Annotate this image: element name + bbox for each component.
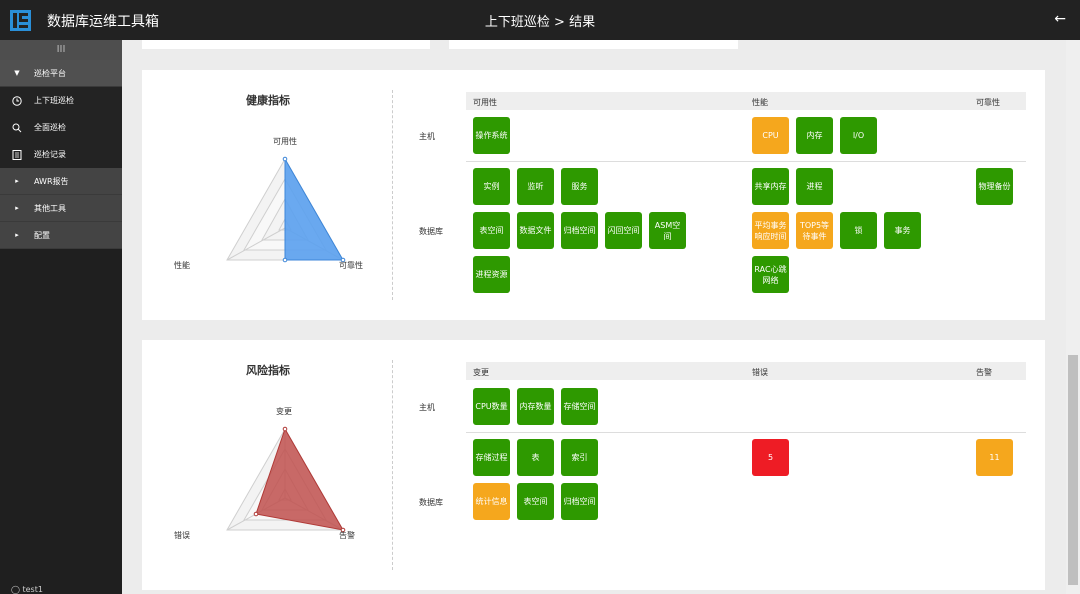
column-header: 可靠性: [976, 98, 1000, 107]
status-tile[interactable]: 数据文件: [517, 212, 554, 249]
previous-card: [142, 40, 430, 49]
previous-card: [449, 40, 738, 49]
caret-right-icon: ▸: [15, 204, 19, 212]
status-tile[interactable]: CPU: [752, 117, 789, 154]
status-tile[interactable]: 进程: [796, 168, 833, 205]
caret-down-icon: ▼: [14, 69, 20, 77]
risk-indicator-card: 风险指标 变更 错误 告警 变更 错误 告警 主机 数据库 CPU数量 内存数量…: [142, 340, 1045, 590]
status-tile[interactable]: 进程资源: [473, 256, 510, 293]
list-icon: [11, 149, 23, 161]
status-tile[interactable]: 实例: [473, 168, 510, 205]
divider: [392, 90, 393, 300]
status-tile[interactable]: 存储空间: [561, 388, 598, 425]
status-tile[interactable]: 表空间: [473, 212, 510, 249]
radar-axis-label-left: 错误: [174, 531, 190, 540]
sidebar-item-inspection-records[interactable]: 巡检记录: [0, 141, 122, 168]
health-radar-chart: [226, 156, 346, 263]
sidebar-item-config[interactable]: ▸ 配置: [0, 222, 122, 249]
sidebar-item-label: 其他工具: [34, 203, 66, 213]
health-indicator-card: 健康指标 可用性 性能 可靠性 可用性 性能 可靠性 主机 数据库 操作系统 C…: [142, 70, 1045, 320]
health-radar-title: 健康指标: [246, 94, 290, 107]
column-header: 错误: [752, 368, 768, 377]
status-tile[interactable]: 存储过程: [473, 439, 510, 476]
status-tile[interactable]: 统计信息: [473, 483, 510, 520]
column-header: 性能: [752, 98, 768, 107]
status-tile[interactable]: 服务: [561, 168, 598, 205]
status-tile[interactable]: ASM空间: [649, 212, 686, 249]
radar-axis-label-right: 告警: [339, 531, 355, 540]
risk-radar-area: [255, 427, 344, 531]
sidebar-item-awr-report[interactable]: ▸ AWR报告: [0, 168, 122, 195]
risk-radar-title: 风险指标: [246, 364, 290, 377]
sidebar-item-label: 巡检记录: [34, 150, 66, 159]
row-separator: [466, 161, 1026, 162]
main-content: 健康指标 可用性 性能 可靠性 可用性 性能 可靠性 主机 数据库 操作系统 C…: [122, 40, 1080, 594]
status-tile[interactable]: 平均事务响应时间: [752, 212, 789, 249]
column-header: 变更: [473, 368, 489, 377]
username: test1: [22, 585, 43, 594]
row-label-host: 主机: [419, 132, 435, 141]
row-label-db: 数据库: [419, 227, 443, 236]
sidebar-collapse-handle[interactable]: III: [0, 40, 122, 60]
status-tile[interactable]: 归档空间: [561, 483, 598, 520]
radar-axis-label-top: 变更: [276, 407, 292, 416]
row-label-db: 数据库: [419, 498, 443, 507]
radar-axis-label-left: 性能: [174, 261, 190, 270]
status-tile[interactable]: 内存数量: [517, 388, 554, 425]
status-tile[interactable]: 归档空间: [561, 212, 598, 249]
status-tile[interactable]: 表空间: [517, 483, 554, 520]
search-icon: [11, 122, 23, 134]
sidebar: III ▼ 巡检平台 上下班巡检 全面巡检 巡检记录 ▸ AWR报告 ▸ 其他工…: [0, 40, 122, 594]
page-title: 上下班巡检 > 结果: [484, 15, 596, 30]
status-tile[interactable]: RAC心跳网络: [752, 256, 789, 293]
caret-right-icon: ▸: [15, 177, 19, 185]
status-tile[interactable]: 表: [517, 439, 554, 476]
health-table-header: 可用性 性能 可靠性: [466, 92, 1026, 110]
caret-right-icon: ▸: [15, 231, 19, 239]
status-tile[interactable]: I/O: [840, 117, 877, 154]
error-count-tile[interactable]: 5: [752, 439, 789, 476]
row-label-host: 主机: [419, 403, 435, 412]
sidebar-item-other-tools[interactable]: ▸ 其他工具: [0, 195, 122, 222]
arrow-left-icon[interactable]: ←: [1054, 11, 1066, 27]
sidebar-item-label: 配置: [34, 230, 50, 240]
alert-count-tile[interactable]: 11: [976, 439, 1013, 476]
status-tile[interactable]: 内存: [796, 117, 833, 154]
status-tile[interactable]: 锁: [840, 212, 877, 249]
sidebar-item-label: 巡检平台: [34, 68, 66, 78]
column-header: 告警: [976, 368, 992, 377]
status-tile[interactable]: 共享内存: [752, 168, 789, 205]
status-tile[interactable]: 操作系统: [473, 117, 510, 154]
status-tile[interactable]: 监听: [517, 168, 554, 205]
status-tile[interactable]: 事务: [884, 212, 921, 249]
sidebar-item-full-inspection[interactable]: 全面巡检: [0, 114, 122, 141]
divider: [392, 360, 393, 570]
user-icon: ◯: [11, 585, 20, 594]
status-tile[interactable]: 物理备份: [976, 168, 1013, 205]
status-tile[interactable]: CPU数量: [473, 388, 510, 425]
column-header: 可用性: [473, 98, 497, 107]
health-radar-area: [284, 157, 344, 261]
status-tile[interactable]: 索引: [561, 439, 598, 476]
sidebar-item-shift-inspection[interactable]: 上下班巡检: [0, 87, 122, 114]
top-bar: 数据库运维工具箱 上下班巡检 > 结果 ←: [0, 0, 1080, 40]
user-account[interactable]: ◯ test1: [11, 585, 43, 594]
risk-table-header: 变更 错误 告警: [466, 362, 1026, 380]
status-tile[interactable]: 闪回空间: [605, 212, 642, 249]
scrollbar-thumb[interactable]: [1068, 355, 1078, 585]
status-tile[interactable]: TOP5等待事件: [796, 212, 833, 249]
sidebar-item-label: 上下班巡检: [34, 96, 74, 105]
radar-axis-label-right: 可靠性: [339, 261, 363, 270]
risk-radar-chart: [226, 426, 346, 533]
radar-axis-label-top: 可用性: [273, 137, 297, 146]
sidebar-item-label: 全面巡检: [34, 123, 66, 132]
sidebar-item-label: AWR报告: [34, 176, 69, 186]
row-separator: [466, 432, 1026, 433]
clock-icon: [11, 95, 23, 107]
sidebar-item-inspection-platform[interactable]: ▼ 巡检平台: [0, 60, 122, 87]
